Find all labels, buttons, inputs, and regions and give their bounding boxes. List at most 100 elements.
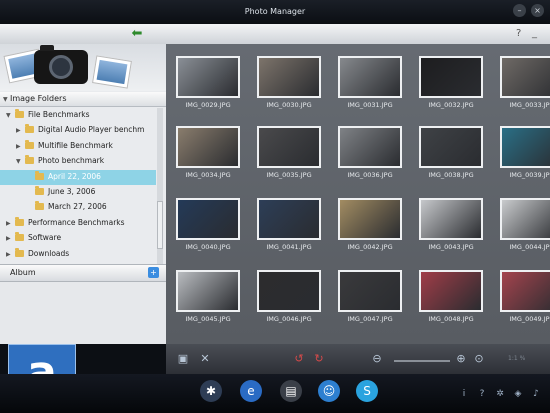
thumbnail-filename: IMG_0036.JPG [347, 171, 393, 179]
rotate-right-icon[interactable]: ↻ [312, 352, 326, 366]
thumbnail-filename: IMG_0043.JPG [428, 243, 474, 251]
tree-item[interactable]: ▶ Downloads [0, 247, 156, 262]
photo-thumbnail[interactable] [257, 126, 321, 168]
zoom-level: 1:1 % [508, 355, 526, 362]
photo-thumbnail[interactable] [257, 198, 321, 240]
question-icon[interactable]: ? [516, 28, 521, 40]
tree-item[interactable]: ▼ Photo benchmark [0, 154, 156, 169]
skype-icon[interactable]: S [356, 380, 378, 402]
folder-icon [15, 109, 24, 118]
collapse-icon[interactable]: ▼ [16, 158, 21, 165]
album-header[interactable]: Album + [0, 264, 166, 282]
thumbnail-filename: IMG_0035.JPG [266, 171, 312, 179]
collapse-icon[interactable]: ▼ [6, 112, 11, 119]
tree-item-label: Multifile Benchmark [38, 140, 113, 150]
tree-item[interactable]: ▶ Performance Benchmarks [0, 216, 156, 231]
expand-icon[interactable]: ▶ [6, 220, 11, 227]
chat-icon[interactable]: ☺ [318, 380, 340, 402]
photo-thumbnail[interactable] [257, 56, 321, 98]
camera-icon [34, 45, 88, 84]
thumbnail-filename: IMG_0031.JPG [347, 101, 393, 109]
title-bar: Photo Manager – × [0, 0, 550, 24]
expand-icon[interactable]: ▶ [16, 127, 21, 134]
tree-item[interactable]: ▶ Software [0, 231, 156, 246]
zoom-slider[interactable] [394, 360, 450, 362]
photo-thumbnail[interactable] [176, 126, 240, 168]
help-icon[interactable]: ? [476, 388, 488, 400]
thumbnail-filename: IMG_0047.JPG [347, 315, 393, 323]
header-graphic [0, 44, 166, 91]
photo-thumbnail[interactable] [338, 270, 402, 312]
tree-item[interactable]: April 22, 2006 [0, 169, 156, 185]
thumbnail-filename: IMG_0049.JPG [509, 315, 550, 323]
photo-thumbnail[interactable] [176, 56, 240, 98]
album-label: Album [10, 268, 36, 277]
folder-icon [15, 232, 24, 242]
thumbnail-filename: IMG_0048.JPG [428, 315, 474, 323]
thumbnail-filename: IMG_0041.JPG [266, 243, 312, 251]
expand-icon[interactable]: ▶ [6, 235, 11, 242]
thumbnail-filename: IMG_0032.JPG [428, 101, 474, 109]
folder-icon [25, 155, 34, 165]
slideshow-icon[interactable]: ▣ [176, 352, 190, 366]
thumbnail-filename: IMG_0044.JPG [509, 243, 550, 251]
thumbnail-filename: IMG_0046.JPG [266, 315, 312, 323]
tree-item-label: Performance Benchmarks [28, 217, 125, 227]
tree-scroll-thumb[interactable] [157, 201, 163, 249]
back-arrow-icon[interactable]: ⬅ [128, 27, 146, 41]
close-button[interactable]: × [531, 4, 544, 17]
taskbar: ✱ e ▤ ☺ S i ? ✲ ◈ ♪ [0, 374, 550, 413]
tree-item[interactable]: ▶ Multifile Benchmark [0, 139, 156, 154]
fit-icon[interactable]: ⊙ [472, 352, 486, 366]
photo-thumbnail[interactable] [419, 126, 483, 168]
photo-thumbnail[interactable] [419, 198, 483, 240]
settings-icon[interactable]: ✲ [494, 388, 506, 400]
tree-item[interactable]: ▶ Digital Audio Player benchm [0, 123, 156, 138]
thumbnail-filename: IMG_0029.JPG [185, 101, 231, 109]
thumbnail-filename: IMG_0045.JPG [185, 315, 231, 323]
image-folders-header[interactable]: ▼ Image Folders [0, 92, 166, 107]
tree-item[interactable]: June 3, 2006 [0, 185, 156, 200]
collapse-icon[interactable]: ▼ [3, 96, 8, 103]
info-icon[interactable]: i [458, 388, 470, 400]
tree-item-label: June 3, 2006 [48, 187, 96, 196]
photo-thumbnail[interactable] [500, 198, 550, 240]
photo-thumbnail[interactable] [338, 56, 402, 98]
photo-thumbnail[interactable] [257, 270, 321, 312]
rotate-left-icon[interactable]: ↺ [292, 352, 306, 366]
delete-icon[interactable]: ✕ [198, 352, 212, 366]
tree-item[interactable]: March 27, 2006 [0, 200, 156, 215]
photo-thumbnail[interactable] [338, 126, 402, 168]
folder-icon [35, 170, 44, 180]
tree-item-label: Photo benchmark [38, 156, 105, 166]
photo-thumbnail[interactable] [419, 56, 483, 98]
tools-icon[interactable]: ✱ [200, 380, 222, 402]
internet-explorer-icon[interactable]: e [240, 380, 262, 402]
minimize-icon[interactable]: _ [532, 28, 537, 40]
zoom-out-icon[interactable]: ⊖ [370, 352, 384, 366]
photo-thumbnail[interactable] [500, 270, 550, 312]
thumbnail-filename: IMG_0040.JPG [185, 243, 231, 251]
thumbnail-filename: IMG_0042.JPG [347, 243, 393, 251]
toolbar: ⬅ ? _ [0, 24, 550, 44]
thumbnail-filename: IMG_0039.JPG [509, 171, 550, 179]
photo-thumbnail[interactable] [176, 198, 240, 240]
minimize-button[interactable]: – [513, 4, 526, 17]
network-icon[interactable]: ◈ [512, 388, 524, 400]
photo-thumbnail[interactable] [338, 198, 402, 240]
zoom-in-icon[interactable]: ⊕ [454, 352, 468, 366]
expand-icon[interactable]: ▶ [6, 251, 11, 258]
photo-icon[interactable]: ▤ [280, 380, 302, 402]
folder-icon [25, 139, 34, 149]
tree-item-label: File Benchmarks [28, 110, 90, 119]
folder-icon [15, 216, 24, 226]
photo-thumbnail[interactable] [419, 270, 483, 312]
volume-icon[interactable]: ♪ [530, 388, 542, 400]
photo-thumbnail[interactable] [500, 126, 550, 168]
photo-thumbnail[interactable] [500, 56, 550, 98]
photo-thumbnail[interactable] [176, 270, 240, 312]
tree-item[interactable]: ▼ File Benchmarks [0, 108, 156, 123]
album-settings-icon[interactable]: + [148, 267, 159, 278]
window-title: Photo Manager [244, 7, 306, 16]
expand-icon[interactable]: ▶ [16, 143, 21, 150]
